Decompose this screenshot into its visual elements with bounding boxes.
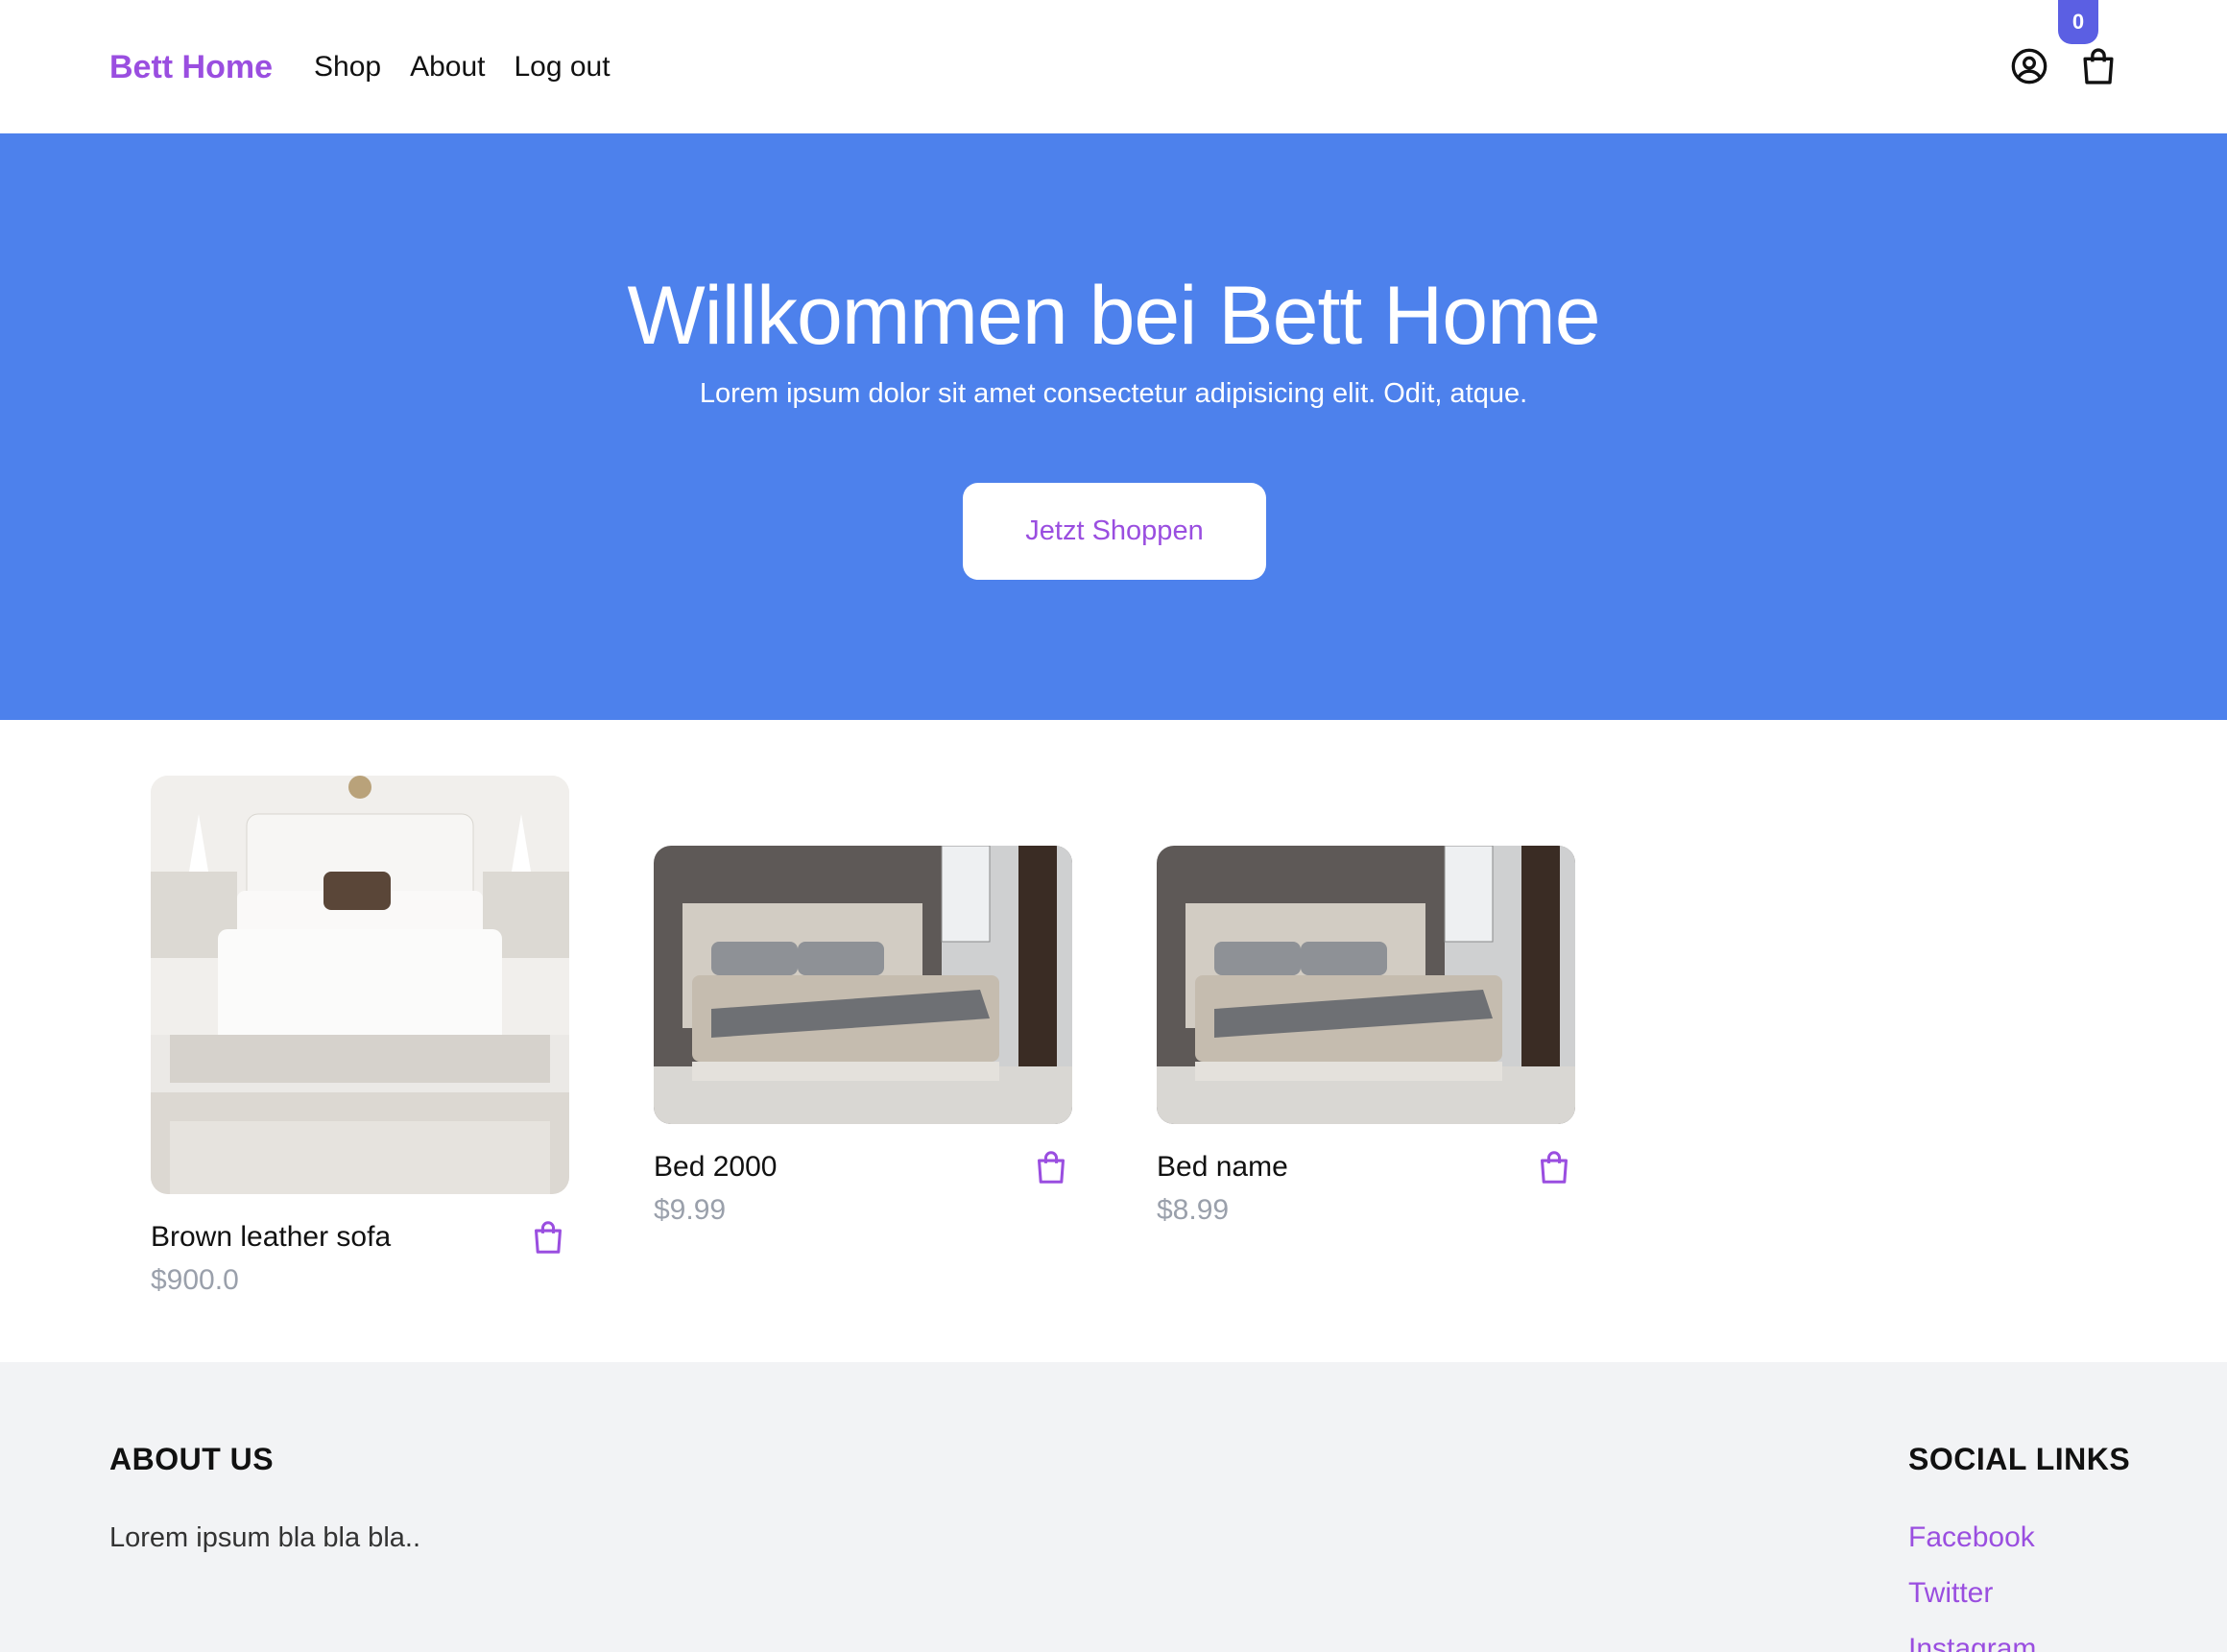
social-heading: SOCIAL LINKS (1908, 1442, 2131, 1476)
product-card[interactable]: Bed 2000 $9.99 (654, 846, 1072, 1227)
product-info-row: Bed 2000 (654, 1145, 1072, 1189)
product-name[interactable]: Brown leather sofa (151, 1221, 391, 1254)
shopping-bag-icon (1541, 1151, 1568, 1184)
product-price: $9.99 (654, 1194, 727, 1226)
product-name[interactable]: Bed 2000 (654, 1151, 777, 1184)
hero-subtitle: Lorem ipsum dolor sit amet consectetur a… (699, 378, 1528, 409)
white-bedroom-photo (151, 776, 569, 1194)
site-header: Bett Home Shop About Log out 0 (0, 0, 2227, 133)
product-name[interactable]: Bed name (1157, 1151, 1288, 1184)
social-links: Facebook Twitter Instagram (1908, 1519, 2036, 1652)
product-price: $900.0 (151, 1264, 239, 1296)
shopping-bag-icon (535, 1221, 562, 1254)
shop-now-button[interactable]: Jetzt Shoppen (963, 483, 1266, 580)
cart-count-badge: 0 (2058, 0, 2098, 44)
instagram-link[interactable]: Instagram (1908, 1630, 2036, 1652)
about-heading: ABOUT US (109, 1442, 275, 1476)
product-image[interactable] (1157, 846, 1575, 1124)
facebook-link[interactable]: Facebook (1908, 1519, 2036, 1557)
grey-bed-photo (654, 846, 1072, 1124)
user-circle-icon (2011, 48, 2047, 84)
shopping-bag-icon (1038, 1151, 1065, 1184)
add-to-cart-button[interactable] (527, 1216, 569, 1258)
hero-banner: Willkommen bei Bett Home Lorem ipsum dol… (0, 133, 2227, 720)
add-to-cart-button[interactable] (1533, 1146, 1575, 1188)
main-nav: Shop About Log out (314, 44, 611, 90)
product-card[interactable]: Brown leather sofa $900.0 (151, 776, 569, 1297)
hero-title: Willkommen bei Bett Home (627, 270, 1600, 362)
product-image[interactable] (654, 846, 1072, 1124)
page: Bett Home Shop About Log out 0 Willkomme… (0, 0, 2227, 1652)
product-info-row: Bed name (1157, 1145, 1575, 1189)
product-image[interactable] (151, 776, 569, 1194)
nav-about[interactable]: About (410, 44, 485, 90)
brand-logo[interactable]: Bett Home (109, 44, 273, 90)
grey-bed-photo (1157, 846, 1575, 1124)
add-to-cart-button[interactable] (1030, 1146, 1072, 1188)
account-button[interactable] (2007, 44, 2051, 88)
cart-button[interactable] (2076, 44, 2120, 88)
nav-shop[interactable]: Shop (314, 44, 381, 90)
product-card[interactable]: Bed name $8.99 (1157, 846, 1575, 1227)
nav-logout[interactable]: Log out (514, 44, 610, 90)
about-text: Lorem ipsum bla bla bla.. (109, 1522, 420, 1553)
product-info-row: Brown leather sofa (151, 1215, 569, 1259)
shopping-bag-icon (2083, 48, 2114, 84)
twitter-link[interactable]: Twitter (1908, 1574, 2036, 1613)
product-price: $8.99 (1157, 1194, 1230, 1226)
site-footer: ABOUT US Lorem ipsum bla bla bla.. SOCIA… (0, 1362, 2227, 1652)
